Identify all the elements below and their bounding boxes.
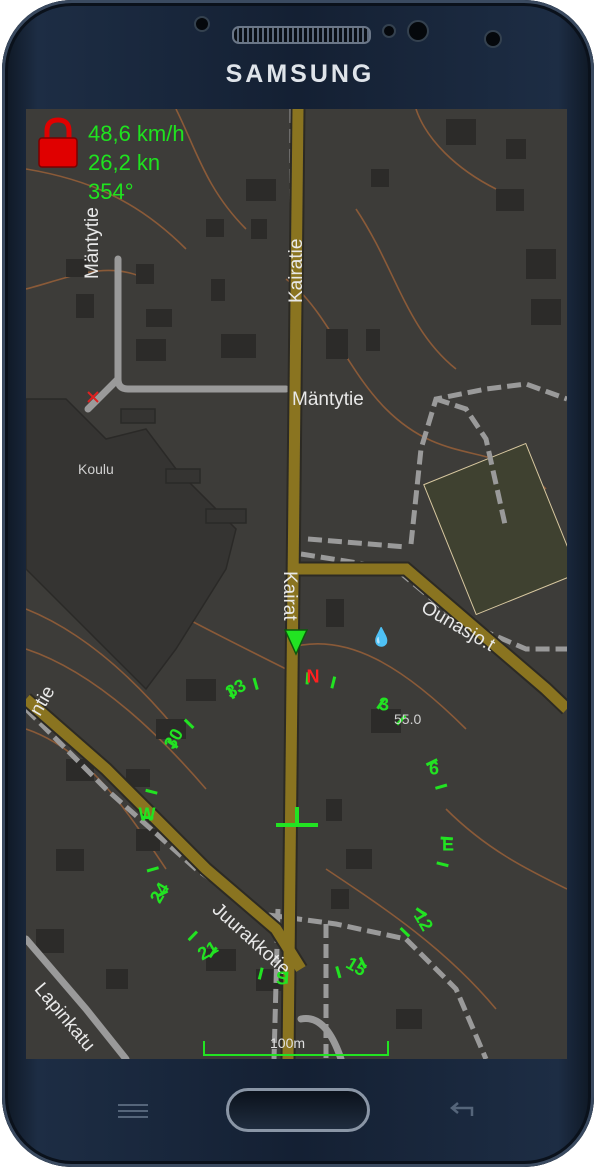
compass-tick xyxy=(252,677,259,690)
compass-tick xyxy=(435,783,448,790)
compass-west-label: W xyxy=(138,804,156,825)
lock-icon[interactable] xyxy=(38,117,78,169)
brand-logo: SAMSUNG xyxy=(225,60,375,88)
compass-label: 6 xyxy=(428,758,440,779)
school-building xyxy=(26,398,247,691)
scale-label: 100m xyxy=(270,1035,306,1051)
street-label: Kairatie xyxy=(286,238,307,303)
map-screen[interactable]: Mäntytie Kairatie Mäntytie Koulu Kairat … xyxy=(26,109,567,1059)
street-label: Mäntytie xyxy=(82,207,103,279)
compass-tick xyxy=(183,718,195,730)
front-camera-icon xyxy=(484,30,502,48)
spring-icon: 💧 xyxy=(370,627,393,647)
compass-east-label: E xyxy=(441,834,455,855)
street-label: Kairat xyxy=(279,571,300,621)
street-label: Mäntytie xyxy=(292,389,364,410)
compass-north-label: N xyxy=(306,666,320,687)
compass-tick xyxy=(399,926,411,938)
sensor-icon xyxy=(382,24,396,38)
earpiece-speaker xyxy=(232,26,371,44)
compass-tick xyxy=(330,676,337,689)
place-label: Koulu xyxy=(78,461,114,477)
compass-tick xyxy=(436,861,449,868)
sensor-icon xyxy=(407,20,429,42)
home-button[interactable] xyxy=(226,1088,370,1132)
speed-kmh: 48,6 km/h xyxy=(88,121,185,146)
speed-knots: 26,2 kn xyxy=(88,150,161,175)
compass-label: 3 xyxy=(378,694,390,715)
menu-icon[interactable] xyxy=(118,1104,148,1118)
compass-tick xyxy=(145,788,158,795)
sports-field xyxy=(423,442,567,616)
compass-tick xyxy=(335,966,342,979)
sensor-icon xyxy=(194,16,210,32)
compass-tick xyxy=(187,930,199,942)
elevation-label: 55.0 xyxy=(394,711,422,727)
back-icon[interactable] xyxy=(446,1100,476,1120)
compass-south-label: S xyxy=(275,968,289,989)
position-crosshair-icon xyxy=(276,807,318,827)
heading-value: 354° xyxy=(88,179,134,204)
compass-tick xyxy=(146,866,159,873)
